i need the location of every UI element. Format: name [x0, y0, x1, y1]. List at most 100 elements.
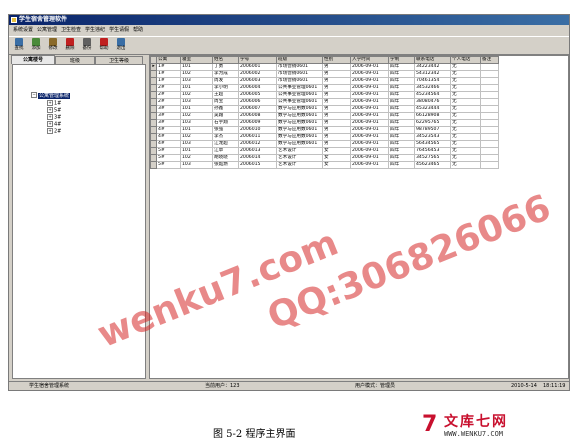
table-cell[interactable]: 四年 [388, 119, 415, 127]
table-cell[interactable]: 男 [322, 126, 351, 134]
table-cell[interactable]: 男 [322, 112, 351, 120]
menu-item-0[interactable]: 系统设置 [13, 26, 33, 35]
table-cell[interactable]: 102 [180, 91, 213, 99]
column-header[interactable]: 备注 [480, 56, 499, 64]
table-cell[interactable]: 45323444 [414, 105, 451, 113]
table-cell[interactable]: 男 [322, 91, 351, 99]
table-cell[interactable]: 王超 [212, 91, 239, 99]
table-cell[interactable]: 2006006 [238, 98, 277, 106]
table-cell[interactable]: 101 [180, 63, 213, 71]
table-cell[interactable]: 3# [156, 112, 181, 120]
menu-item-4[interactable]: 学生请假 [109, 26, 129, 35]
table-cell[interactable] [480, 140, 499, 148]
table-cell[interactable]: 2006007 [238, 105, 277, 113]
table-cell[interactable]: 2006-09-01 [350, 105, 389, 113]
table-cell[interactable]: 2006010 [238, 126, 277, 134]
expand-icon[interactable]: + [47, 107, 53, 113]
table-cell[interactable]: 2006013 [238, 147, 277, 155]
table-cell[interactable]: 70461354 [414, 77, 451, 85]
edit-button[interactable]: 修改 [45, 38, 61, 53]
table-cell[interactable] [480, 105, 499, 113]
table-cell[interactable]: 男 [322, 105, 351, 113]
table-cell[interactable]: 76456453 [414, 147, 451, 155]
table-row[interactable]: 3# 102 吴霜 2006008 数学与应用数0601 男 2006-09-01 四年 661… [150, 112, 499, 120]
table-cell[interactable]: 2006-09-01 [350, 126, 389, 134]
tree-node[interactable]: +4# [47, 121, 61, 128]
table-cell[interactable] [480, 154, 499, 162]
table-cell[interactable]: 2006004 [238, 84, 277, 92]
table-cell[interactable]: 102 [180, 133, 213, 141]
table-cell[interactable] [480, 84, 499, 92]
table-cell[interactable]: 3# [156, 105, 181, 113]
table-row[interactable]: 1# 103 周发 2006003 市场营销0601 男 2006-09-01 四年 70461… [150, 77, 499, 85]
tree-node[interactable]: +2# [47, 128, 61, 135]
table-cell[interactable] [480, 77, 499, 85]
table-cell[interactable]: 张灿燃 [212, 161, 239, 169]
tree-node[interactable]: +3# [47, 114, 61, 121]
table-row[interactable]: ▸ 1# 101 丁勇 2006001 市场营销0601 男 2006-09-01 四年 3422… [150, 63, 499, 71]
menu-item-5[interactable]: 帮助 [133, 26, 143, 35]
table-cell[interactable]: 孙鑫 [212, 105, 239, 113]
table-cell[interactable]: 男 [322, 77, 351, 85]
table-cell[interactable]: 四年 [388, 140, 415, 148]
backup-button[interactable]: 备份 [79, 38, 95, 53]
table-row[interactable]: 5# 103 张灿燃 2006015 艺术设计女 2006-09-01 四年 45623465… [150, 161, 499, 169]
table-cell[interactable]: 周发 [212, 77, 239, 85]
column-header[interactable]: 性别 [322, 56, 351, 64]
table-cell[interactable]: 数学与应用数0601 [276, 133, 323, 141]
table-row[interactable]: 5# 101 江草 2006013 艺术设计女 2006-09-01 四年 76456453 无 [150, 147, 499, 155]
table-cell[interactable]: 无 [450, 147, 481, 155]
menu-item-2[interactable]: 卫生检查 [61, 26, 81, 35]
table-row[interactable]: 3# 101 孙鑫 2006007 数学与应用数0601 男 2006-09-01 四年 453… [150, 105, 499, 113]
table-cell[interactable]: 2006012 [238, 140, 277, 148]
table-cell[interactable]: 1# [156, 70, 181, 78]
table-cell[interactable]: 艺术设计 [276, 154, 323, 162]
table-cell[interactable]: 2006-09-01 [350, 112, 389, 120]
table-cell[interactable]: 34532466 [414, 84, 451, 92]
expand-icon[interactable]: + [47, 114, 53, 120]
collapse-icon[interactable]: − [31, 92, 37, 98]
table-cell[interactable]: 吴霜 [212, 112, 239, 120]
table-cell[interactable]: 45623465 [414, 161, 451, 169]
table-cell[interactable]: 2006003 [238, 77, 277, 85]
column-header[interactable]: 学制 [388, 56, 415, 64]
table-row[interactable]: 4# 103 江龙超 2006012 数学与应用数0601 男 2006-09-01 四年 56… [150, 140, 499, 148]
table-cell[interactable]: 四年 [388, 112, 415, 120]
table-cell[interactable]: 男 [322, 63, 351, 71]
table-cell[interactable]: 四年 [388, 154, 415, 162]
table-cell[interactable]: 李为成 [212, 70, 239, 78]
table-cell[interactable]: 103 [180, 161, 213, 169]
table-row[interactable]: 4# 101 张强 2006010 数学与应用数0601 男 2006-09-01 四年 987… [150, 126, 499, 134]
column-header[interactable]: 学号 [238, 56, 277, 64]
table-cell[interactable]: 103 [180, 77, 213, 85]
table-cell[interactable]: 四年 [388, 147, 415, 155]
table-cell[interactable]: 数学与应用数0601 [276, 112, 323, 120]
table-cell[interactable]: 98789507 [414, 126, 451, 134]
table-cell[interactable]: 5# [156, 147, 181, 155]
column-header[interactable]: 寝室 [180, 56, 213, 64]
table-cell[interactable]: 2# [156, 84, 181, 92]
column-header[interactable]: 入学时间 [350, 56, 389, 64]
table-cell[interactable]: 2006-09-01 [350, 154, 389, 162]
table-cell[interactable]: 2006-09-01 [350, 84, 389, 92]
delete-button[interactable]: 删除 [62, 38, 78, 53]
table-cell[interactable]: 无 [450, 105, 481, 113]
table-cell[interactable]: 无 [450, 77, 481, 85]
table-row[interactable]: 5# 102 胡晓晓 2006014 艺术设计女 2006-09-01 四年 34527565… [150, 154, 499, 162]
menu-item-1[interactable]: 公寓管理 [37, 26, 57, 35]
table-cell[interactable]: 2006015 [238, 161, 277, 169]
menu-item-3[interactable]: 学生违纪 [85, 26, 105, 35]
table-cell[interactable]: 男 [322, 70, 351, 78]
tab-building[interactable]: 公寓楼号 [11, 55, 55, 64]
table-cell[interactable]: 艺术设计 [276, 147, 323, 155]
table-cell[interactable]: 56434565 [414, 140, 451, 148]
table-row[interactable]: 1# 102 李为成 2006002 市场营销0601 男 2006-09-01 四年 5431… [150, 70, 499, 78]
table-cell[interactable]: 2006-09-01 [350, 77, 389, 85]
table-cell[interactable]: 江草 [212, 147, 239, 155]
table-cell[interactable]: 2006009 [238, 119, 277, 127]
table-cell[interactable]: 四年 [388, 98, 415, 106]
table-cell[interactable]: 2006005 [238, 91, 277, 99]
table-cell[interactable]: 2# [156, 91, 181, 99]
table-cell[interactable]: 4# [156, 126, 181, 134]
table-cell[interactable]: 4# [156, 140, 181, 148]
